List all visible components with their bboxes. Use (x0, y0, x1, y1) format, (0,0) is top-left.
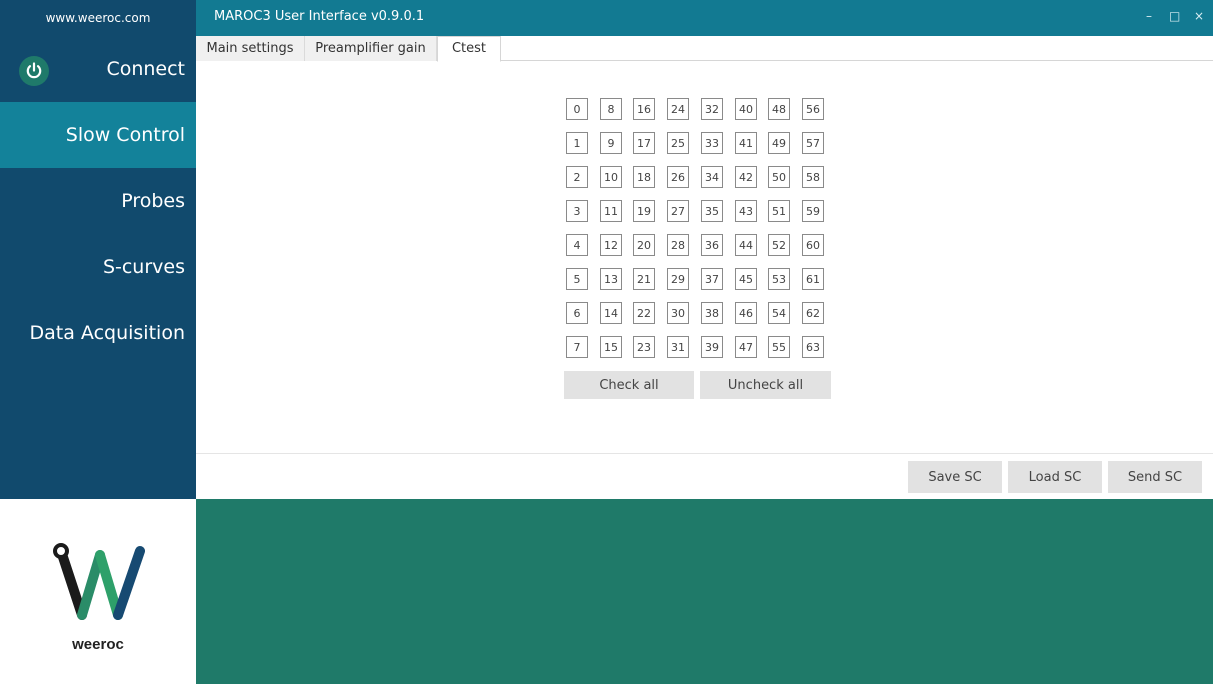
channel-checkbox[interactable]: 51 (768, 200, 790, 222)
log-panel (196, 499, 1213, 684)
nav-menu: Connect Slow Control Probes S-curves Dat… (0, 36, 196, 499)
tab-bar: Main settings Preamplifier gain Ctest (196, 36, 1213, 62)
channel-checkbox[interactable]: 24 (667, 98, 689, 120)
channel-checkbox[interactable]: 13 (600, 268, 622, 290)
channel-checkbox[interactable]: 30 (667, 302, 689, 324)
channel-checkbox[interactable]: 14 (600, 302, 622, 324)
channel-checkbox[interactable]: 15 (600, 336, 622, 358)
channel-checkbox[interactable]: 57 (802, 132, 824, 154)
channel-checkbox[interactable]: 1 (566, 132, 588, 154)
power-button[interactable] (19, 56, 49, 86)
channel-checkbox[interactable]: 52 (768, 234, 790, 256)
channel-checkbox[interactable]: 3 (566, 200, 588, 222)
channel-checkbox[interactable]: 18 (633, 166, 655, 188)
channel-checkbox[interactable]: 60 (802, 234, 824, 256)
channel-checkbox[interactable]: 40 (735, 98, 757, 120)
channel-checkbox[interactable]: 2 (566, 166, 588, 188)
save-sc-button[interactable]: Save SC (908, 461, 1002, 493)
channel-checkbox[interactable]: 7 (566, 336, 588, 358)
channel-checkbox[interactable]: 54 (768, 302, 790, 324)
channel-checkbox[interactable]: 17 (633, 132, 655, 154)
nav-item-data-acquisition[interactable]: Data Acquisition (0, 300, 196, 366)
nav-item-label: Slow Control (65, 124, 185, 146)
power-icon (26, 62, 42, 79)
maximize-button[interactable]: □ (1169, 9, 1180, 23)
nav-item-connect[interactable]: Connect (0, 36, 196, 102)
close-button[interactable]: × (1194, 9, 1204, 23)
channel-checkbox[interactable]: 59 (802, 200, 824, 222)
send-sc-button[interactable]: Send SC (1108, 461, 1202, 493)
minimize-button[interactable]: – (1146, 9, 1152, 23)
nav-item-label: Probes (121, 190, 185, 212)
channel-checkbox[interactable]: 56 (802, 98, 824, 120)
channel-checkbox[interactable]: 28 (667, 234, 689, 256)
load-sc-button[interactable]: Load SC (1008, 461, 1102, 493)
tab-ctest[interactable]: Ctest (437, 36, 501, 62)
brand-name: weeroc (72, 636, 124, 653)
window-title: MAROC3 User Interface v0.9.0.1 (214, 9, 425, 24)
uncheck-all-button[interactable]: Uncheck all (700, 371, 831, 399)
channel-checkbox[interactable]: 49 (768, 132, 790, 154)
channel-checkbox[interactable]: 48 (768, 98, 790, 120)
channel-checkbox[interactable]: 19 (633, 200, 655, 222)
channel-checkbox[interactable]: 27 (667, 200, 689, 222)
channel-checkbox[interactable]: 4 (566, 234, 588, 256)
weeroc-logo-icon (53, 543, 145, 620)
channel-checkbox[interactable]: 31 (667, 336, 689, 358)
channel-checkbox[interactable]: 55 (768, 336, 790, 358)
channel-checkbox[interactable]: 32 (701, 98, 723, 120)
tab-preamplifier-gain[interactable]: Preamplifier gain (305, 36, 437, 61)
channel-checkbox[interactable]: 35 (701, 200, 723, 222)
nav-item-s-curves[interactable]: S-curves (0, 234, 196, 300)
channel-checkbox[interactable]: 22 (633, 302, 655, 324)
channel-checkbox[interactable]: 46 (735, 302, 757, 324)
channel-checkbox[interactable]: 61 (802, 268, 824, 290)
channel-checkbox[interactable]: 53 (768, 268, 790, 290)
channel-checkbox[interactable]: 45 (735, 268, 757, 290)
channel-checkbox[interactable]: 50 (768, 166, 790, 188)
channel-checkbox[interactable]: 63 (802, 336, 824, 358)
channel-checkbox[interactable]: 41 (735, 132, 757, 154)
channel-checkbox[interactable]: 11 (600, 200, 622, 222)
channel-checkbox[interactable]: 21 (633, 268, 655, 290)
channel-checkbox[interactable]: 58 (802, 166, 824, 188)
channel-checkbox[interactable]: 39 (701, 336, 723, 358)
brand-logo-area: weeroc (0, 499, 196, 684)
divider (196, 453, 1213, 454)
nav-item-slow-control[interactable]: Slow Control (0, 102, 196, 168)
channel-checkbox[interactable]: 47 (735, 336, 757, 358)
channel-checkbox[interactable]: 5 (566, 268, 588, 290)
channel-checkbox[interactable]: 38 (701, 302, 723, 324)
nav-item-label: S-curves (102, 256, 185, 278)
channel-checkbox[interactable]: 62 (802, 302, 824, 324)
nav-item-label: Data Acquisition (29, 322, 185, 344)
channel-checkbox[interactable]: 25 (667, 132, 689, 154)
channel-checkbox[interactable]: 12 (600, 234, 622, 256)
channel-checkbox[interactable]: 0 (566, 98, 588, 120)
channel-checkbox[interactable]: 29 (667, 268, 689, 290)
channel-checkbox[interactable]: 16 (633, 98, 655, 120)
website-label: www.weeroc.com (0, 0, 196, 36)
channel-checkbox[interactable]: 9 (600, 132, 622, 154)
channel-checkbox[interactable]: 37 (701, 268, 723, 290)
channel-checkbox[interactable]: 23 (633, 336, 655, 358)
check-all-button[interactable]: Check all (564, 371, 694, 399)
channel-checkbox[interactable]: 10 (600, 166, 622, 188)
channel-checkbox[interactable]: 8 (600, 98, 622, 120)
channel-checkbox[interactable]: 26 (667, 166, 689, 188)
channel-checkbox[interactable]: 33 (701, 132, 723, 154)
sidebar: www.weeroc.com Connect Slow Control Prob… (0, 0, 196, 684)
nav-item-probes[interactable]: Probes (0, 168, 196, 234)
channel-checkbox[interactable]: 43 (735, 200, 757, 222)
channel-checkbox[interactable]: 20 (633, 234, 655, 256)
channel-checkbox[interactable]: 44 (735, 234, 757, 256)
channel-checkbox[interactable]: 6 (566, 302, 588, 324)
nav-item-label: Connect (106, 58, 185, 80)
tab-main-settings[interactable]: Main settings (196, 36, 305, 61)
channel-checkbox[interactable]: 34 (701, 166, 723, 188)
title-bar: MAROC3 User Interface v0.9.0.1 – □ × (196, 0, 1213, 36)
channel-checkbox[interactable]: 42 (735, 166, 757, 188)
channel-checkbox[interactable]: 36 (701, 234, 723, 256)
